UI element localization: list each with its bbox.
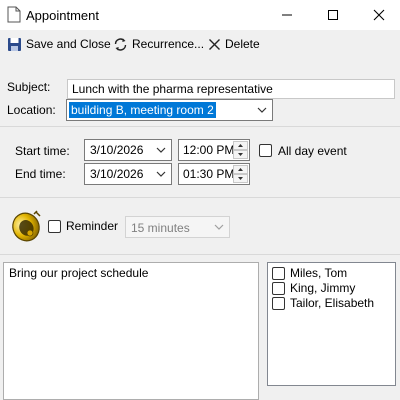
bell-icon [12, 210, 41, 242]
attendee-name: King, Jimmy [290, 281, 356, 295]
delete-button[interactable]: Delete [208, 35, 260, 53]
document-icon [7, 6, 21, 23]
save-icon [8, 37, 21, 51]
reminder-interval-select: 15 minutes [125, 216, 230, 238]
end-time-value: 01:30 PM [183, 167, 235, 181]
spin-up-button[interactable] [233, 165, 248, 174]
notes-textarea[interactable]: Bring our project schedule [3, 262, 259, 400]
location-value: building B, meeting room 2 [69, 102, 216, 118]
attendee-item[interactable]: King, Jimmy [272, 280, 355, 296]
attendees-list[interactable]: Miles, Tom King, Jimmy Tailor, Elisabeth [267, 262, 396, 386]
window-title: Appointment [26, 8, 99, 23]
minimize-icon [282, 14, 292, 16]
start-time-spinner[interactable]: 12:00 PM [178, 139, 250, 161]
end-time-spinner[interactable]: 01:30 PM [178, 163, 250, 185]
location-label: Location: [7, 103, 56, 117]
maximize-button[interactable] [310, 0, 356, 30]
recurrence-icon [114, 37, 127, 51]
caret-down-icon [238, 153, 243, 156]
spin-down-button[interactable] [233, 150, 248, 159]
all-day-checkbox[interactable] [259, 144, 272, 157]
spin-up-button[interactable] [233, 141, 248, 150]
chevron-down-icon[interactable] [256, 104, 268, 116]
reminder-label: Reminder [66, 219, 119, 233]
save-and-close-button[interactable]: Save and Close [7, 35, 111, 53]
divider [0, 254, 400, 255]
start-date-picker[interactable]: 3/10/2026 [84, 139, 172, 161]
chevron-down-icon[interactable] [155, 144, 167, 156]
start-date-value: 3/10/2026 [90, 143, 144, 157]
caret-up-icon [238, 144, 243, 147]
close-icon [373, 9, 385, 21]
attendee-checkbox[interactable] [272, 296, 285, 310]
spin-down-button[interactable] [233, 174, 248, 183]
subject-input[interactable]: Lunch with the pharma representative [67, 79, 395, 99]
caret-down-icon [238, 177, 243, 180]
divider [0, 126, 400, 127]
reminder-interval-value: 15 minutes [131, 221, 190, 235]
minimize-button[interactable] [264, 0, 310, 30]
all-day-label: All day event [278, 144, 347, 158]
chevron-down-icon [214, 224, 224, 230]
attendee-item[interactable]: Miles, Tom [272, 265, 347, 281]
recurrence-label: Recurrence... [132, 37, 205, 51]
attendee-checkbox[interactable] [272, 281, 285, 295]
divider [0, 197, 400, 198]
subject-label: Subject: [7, 80, 51, 94]
maximize-icon [328, 10, 338, 20]
attendee-checkbox[interactable] [272, 266, 285, 280]
delete-label: Delete [225, 37, 260, 51]
close-button[interactable] [356, 0, 400, 30]
chevron-down-icon[interactable] [155, 168, 167, 180]
start-time-label: Start time: [15, 144, 70, 158]
caret-up-icon [238, 168, 243, 171]
delete-icon [209, 38, 220, 50]
attendee-name: Tailor, Elisabeth [290, 296, 375, 310]
attendee-name: Miles, Tom [290, 266, 348, 280]
end-time-label: End time: [15, 167, 66, 181]
end-date-picker[interactable]: 3/10/2026 [84, 163, 172, 185]
save-and-close-label: Save and Close [26, 37, 111, 51]
reminder-checkbox[interactable] [48, 220, 61, 233]
recurrence-button[interactable]: Recurrence... [113, 35, 204, 53]
attendee-item[interactable]: Tailor, Elisabeth [272, 295, 374, 311]
notes-text: Bring our project schedule [9, 266, 149, 280]
start-time-value: 12:00 PM [183, 143, 235, 157]
location-combobox[interactable]: building B, meeting room 2 [66, 99, 273, 121]
end-date-value: 3/10/2026 [90, 167, 144, 181]
